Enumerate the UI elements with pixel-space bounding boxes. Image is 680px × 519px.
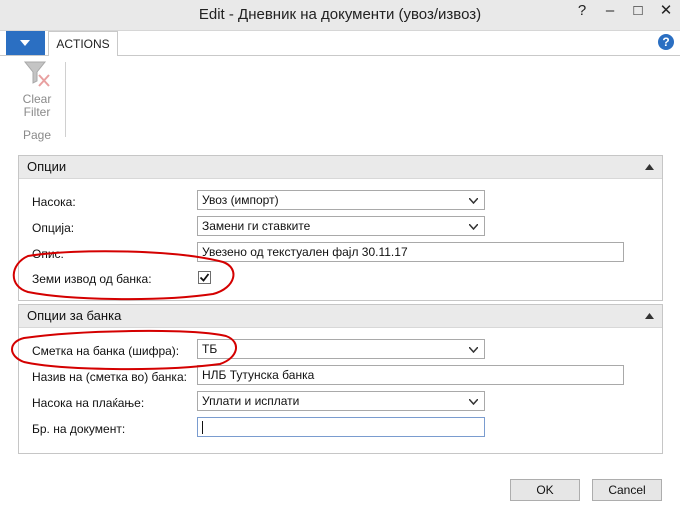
collapse-icon[interactable] — [645, 313, 654, 319]
edit-dialog-window: Edit - Дневник на документи (увоз/извоз)… — [0, 0, 680, 519]
text-cursor — [202, 421, 203, 434]
annotation-circle-bank-statement — [12, 250, 235, 301]
option-label: Опција: — [32, 221, 75, 235]
ribbon-tab-bar: ACTIONS ? — [0, 31, 680, 56]
bank-account-select[interactable]: ТБ — [197, 339, 485, 359]
option-select[interactable]: Замени ги ставките — [197, 216, 485, 236]
clear-filter-button[interactable]: Clear Filter — [18, 59, 56, 123]
option-value: Замени ги ставките — [202, 219, 311, 233]
chevron-down-icon — [469, 399, 478, 405]
tab-actions[interactable]: ACTIONS — [48, 31, 118, 56]
bank-name-label: Назив на (сметка во) банка: — [32, 370, 187, 384]
options-fasttab-header[interactable]: Опции — [19, 156, 662, 179]
chevron-down-icon — [469, 347, 478, 353]
collapse-icon[interactable] — [645, 164, 654, 170]
minimize-button[interactable]: – — [596, 0, 624, 24]
ok-button[interactable]: OK — [510, 479, 580, 501]
cancel-button[interactable]: Cancel — [592, 479, 662, 501]
ribbon-group-label: Page — [22, 128, 52, 142]
doc-number-label: Бр. на документ: — [32, 422, 126, 436]
direction-value: Увоз (импорт) — [202, 193, 279, 207]
bank-name-input[interactable]: НЛБ Тутунска банка — [197, 365, 624, 385]
direction-select[interactable]: Увоз (импорт) — [197, 190, 485, 210]
payment-direction-value: Уплати и исплати — [202, 394, 300, 408]
help-icon[interactable]: ? — [658, 34, 674, 50]
chevron-down-icon — [20, 40, 30, 46]
maximize-button[interactable]: □ — [624, 0, 652, 24]
close-button[interactable]: ✕ — [652, 0, 680, 24]
annotation-circle-bank-account — [11, 329, 237, 371]
options-fasttab-title: Опции — [27, 159, 67, 174]
clear-filter-label-line2: Filter — [23, 105, 51, 119]
chevron-down-icon — [469, 224, 478, 230]
chevron-down-icon — [469, 198, 478, 204]
doc-number-input[interactable] — [197, 417, 485, 437]
ribbon: Clear Filter Page — [0, 56, 680, 143]
clear-filter-icon — [23, 61, 50, 87]
description-input[interactable]: Увезено од текстуален фајл 30.11.17 — [197, 242, 624, 262]
app-menu-button[interactable] — [6, 31, 45, 55]
payment-direction-select[interactable]: Уплати и исплати — [197, 391, 485, 411]
bank-options-fasttab-header[interactable]: Опции за банка — [19, 305, 662, 328]
bank-options-fasttab-title: Опции за банка — [27, 308, 122, 323]
title-bar: Edit - Дневник на документи (увоз/извоз)… — [0, 0, 680, 31]
ribbon-separator — [65, 62, 66, 137]
payment-direction-label: Насока на плаќање: — [32, 396, 145, 410]
help-window-button[interactable]: ? — [568, 0, 596, 24]
direction-label: Насока: — [32, 195, 76, 209]
